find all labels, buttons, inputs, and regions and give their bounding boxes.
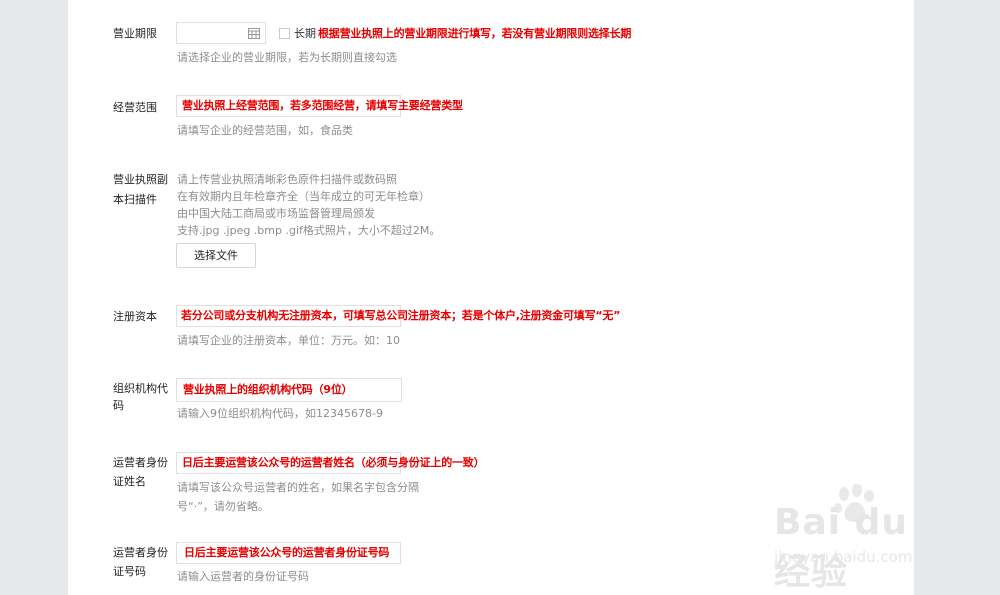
license-hint-line: 支持.jpg .jpeg .bmp .gif格式照片，大小不超过2M。 [177, 224, 441, 237]
operator-name-hint-line2: 号“·”，请勿省略。 [177, 500, 269, 513]
org-code-label-line1: 组织机构代 [113, 382, 168, 395]
period-date-input[interactable] [176, 22, 266, 44]
scope-hint: 请填写企业的经营范围，如，食品类 [177, 124, 353, 137]
operator-name-label-line2: 证姓名 [113, 475, 146, 488]
org-code-label: 组织机构代 码 [113, 380, 171, 414]
operator-name-value: 日后主要运营该公众号的运营者姓名（必须与身份证上的一致） [182, 456, 485, 469]
license-label-line2: 本扫描件 [113, 193, 157, 206]
operator-id-label-line2: 证号码 [113, 565, 146, 578]
license-hint-line: 在有效期内且年检章齐全（当年成立的可无年检章） [177, 190, 430, 203]
baidu-watermark: Bai du 经验 jingyan.baidu.com [758, 484, 958, 593]
operator-name-label-line1: 运营者身份 [113, 456, 168, 469]
period-label: 营业期限 [113, 27, 157, 40]
scope-label: 经营范围 [113, 101, 157, 114]
operator-id-label-line1: 运营者身份 [113, 546, 168, 559]
period-hint: 请选择企业的营业期限，若为长期则直接勾选 [177, 51, 397, 64]
org-code-hint: 请输入9位组织机构代码，如12345678-9 [177, 407, 383, 420]
capital-hint: 请填写企业的注册资本，单位：万元。如：10 [177, 334, 400, 347]
watermark-url: jingyan.baidu.com [774, 548, 913, 566]
org-code-value: 营业执照上的组织机构代码（9位） [183, 383, 353, 396]
operator-id-hint: 请输入运营者的身份证号码 [177, 570, 309, 583]
org-code-label-line2: 码 [113, 399, 124, 412]
operator-id-value: 日后主要运营该公众号的运营者身份证号码 [184, 546, 390, 559]
operator-name-label: 运营者身份 证姓名 [113, 454, 171, 490]
choose-file-button[interactable]: 选择文件 [176, 243, 256, 268]
license-hint-line: 由中国大陆工商局或市场监督管理局颁发 [177, 207, 375, 220]
license-label-line1: 营业执照副 [113, 173, 168, 186]
license-hint: 请上传营业执照清晰彩色原件扫描件或数码照 在有效期内且年检章齐全（当年成立的可无… [177, 171, 440, 239]
license-hint-line: 请上传营业执照清晰彩色原件扫描件或数码照 [177, 173, 397, 186]
capital-label: 注册资本 [113, 310, 157, 323]
long-term-checkbox[interactable] [279, 28, 290, 39]
capital-value: 若分公司或分支机构无注册资本，可填写总公司注册资本；若是个体户,注册资金可填写“… [181, 309, 621, 322]
period-note: 根据营业执照上的营业期限进行填写，若没有营业期限则选择长期 [318, 27, 632, 40]
operator-name-hint-line1: 请填写该公众号运营者的姓名，如果名字包含分隔 [177, 481, 419, 494]
license-label: 营业执照副 本扫描件 [113, 171, 171, 208]
scope-value: 营业执照上经营范围，若多范围经营，请填写主要经营类型 [182, 99, 463, 112]
operator-id-label: 运营者身份 证号码 [113, 544, 171, 580]
operator-name-hint: 请填写该公众号运营者的姓名，如果名字包含分隔 号“·”，请勿省略。 [177, 479, 419, 515]
calendar-icon[interactable] [248, 27, 260, 39]
long-term-label: 长期 [294, 27, 316, 40]
